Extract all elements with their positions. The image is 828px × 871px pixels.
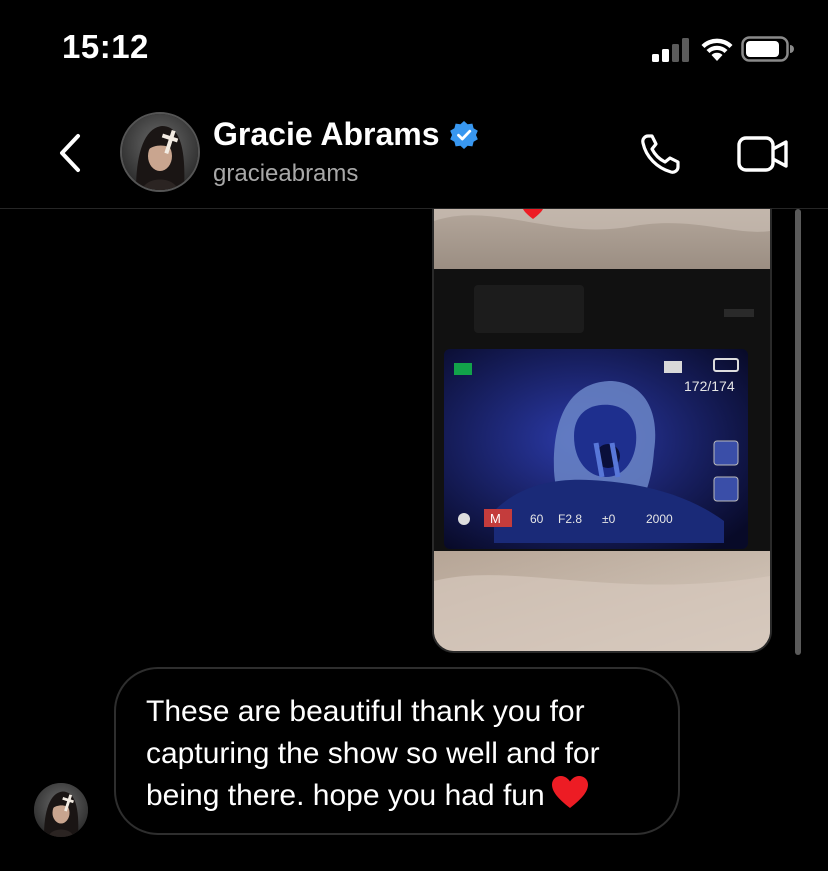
camera-photo: 172/174 M 60 F2.8 ±0 2000 bbox=[434, 209, 770, 651]
contact-username: gracieabrams bbox=[213, 160, 359, 187]
status-bar: 15:12 bbox=[0, 0, 828, 100]
camera-exposure: ±0 bbox=[602, 512, 616, 526]
photo-message[interactable]: 172/174 M 60 F2.8 ±0 2000 bbox=[432, 209, 772, 653]
phone-call-icon[interactable] bbox=[638, 132, 690, 176]
cellular-signal-icon bbox=[652, 38, 689, 62]
contact-name-row[interactable]: Gracie Abrams bbox=[213, 116, 479, 153]
camera-mode: M bbox=[490, 511, 501, 526]
camera-shutter: 60 bbox=[530, 512, 544, 526]
verified-badge-icon bbox=[450, 120, 479, 149]
contact-name: Gracie Abrams bbox=[213, 116, 440, 152]
status-time: 15:12 bbox=[62, 28, 149, 65]
video-call-icon[interactable] bbox=[736, 134, 792, 174]
message-text: These are beautiful thank you for captur… bbox=[146, 695, 600, 812]
camera-aperture: F2.8 bbox=[558, 512, 582, 526]
back-chevron-icon[interactable] bbox=[50, 128, 90, 178]
chat-header: Gracie Abrams gracieabrams bbox=[0, 100, 828, 209]
battery-icon bbox=[741, 36, 794, 62]
scrollbar[interactable] bbox=[795, 209, 801, 655]
avatar[interactable] bbox=[120, 112, 200, 192]
wifi-icon bbox=[701, 38, 733, 61]
message-thread[interactable]: 172/174 M 60 F2.8 ±0 2000 These are beau… bbox=[0, 209, 828, 871]
profile-photo bbox=[122, 114, 198, 190]
camera-image-count: 172/174 bbox=[684, 378, 735, 394]
red-heart-icon bbox=[551, 776, 588, 808]
sender-avatar[interactable] bbox=[34, 783, 88, 837]
received-message-bubble[interactable]: These are beautiful thank you for captur… bbox=[114, 667, 680, 835]
sender-profile-photo bbox=[34, 783, 88, 837]
camera-iso: 2000 bbox=[646, 512, 673, 526]
